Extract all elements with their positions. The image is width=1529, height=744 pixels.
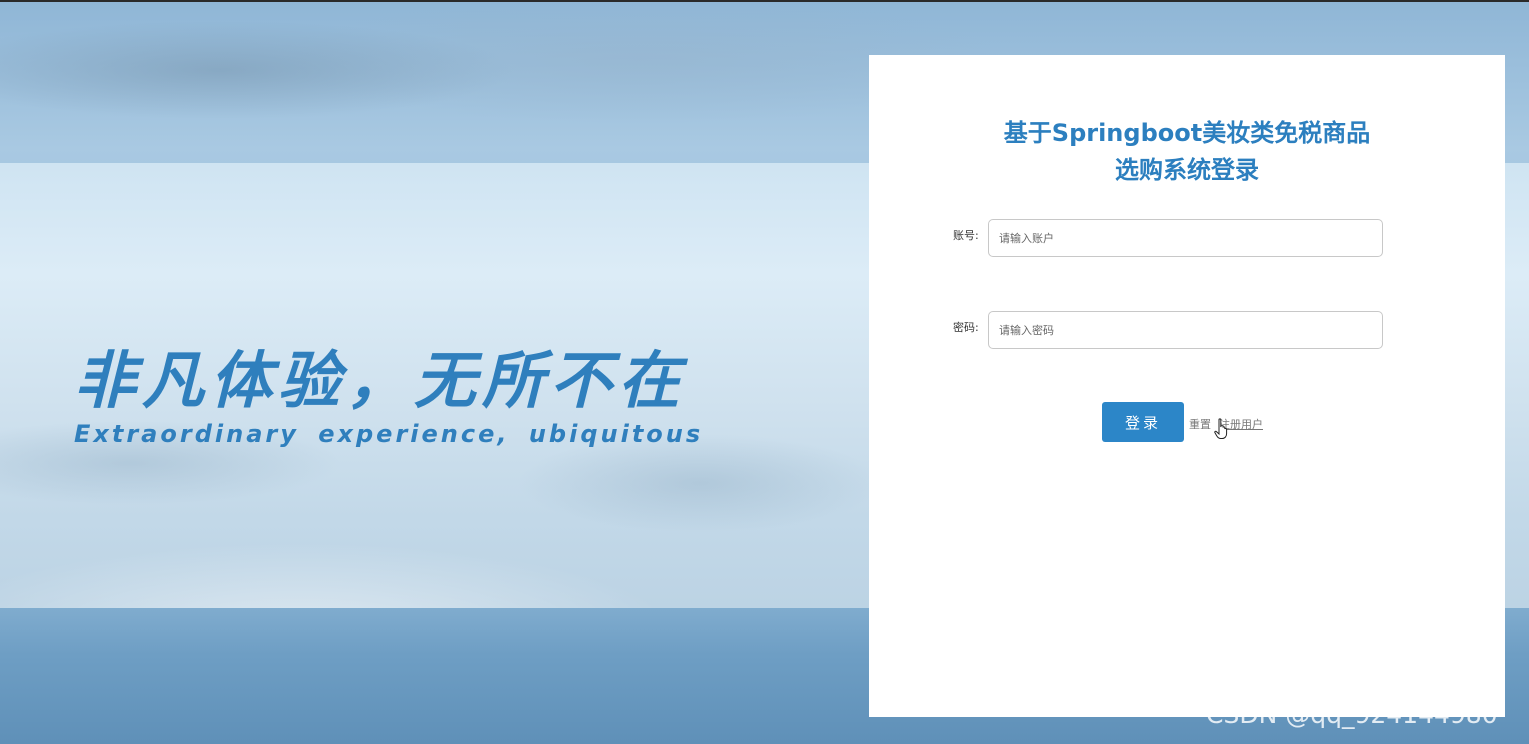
password-input[interactable] xyxy=(988,311,1383,349)
window-top-border xyxy=(0,0,1529,2)
reset-link[interactable]: 重置 xyxy=(1189,416,1211,432)
login-panel: 基于Springboot美妆类免税商品 选购系统登录 账号: 密码: 登录 重置… xyxy=(869,55,1505,717)
login-title-line2: 选购系统登录 xyxy=(1115,156,1259,184)
login-button[interactable]: 登录 xyxy=(1102,402,1184,442)
hero-slogan-chinese: 非凡体验，无所不在 xyxy=(74,344,687,417)
hand-pointer-icon xyxy=(1214,418,1228,439)
account-label: 账号: xyxy=(953,229,979,242)
account-input[interactable] xyxy=(988,219,1383,257)
hero-slogan-english: Extraordinary experience, ubiquitous xyxy=(74,420,704,448)
login-title: 基于Springboot美妆类免税商品 选购系统登录 xyxy=(869,115,1505,189)
login-title-line1: 基于Springboot美妆类免税商品 xyxy=(1003,119,1371,147)
csdn-watermark: CSDN @qq_924144980 xyxy=(1206,700,1498,729)
password-label: 密码: xyxy=(953,321,979,334)
